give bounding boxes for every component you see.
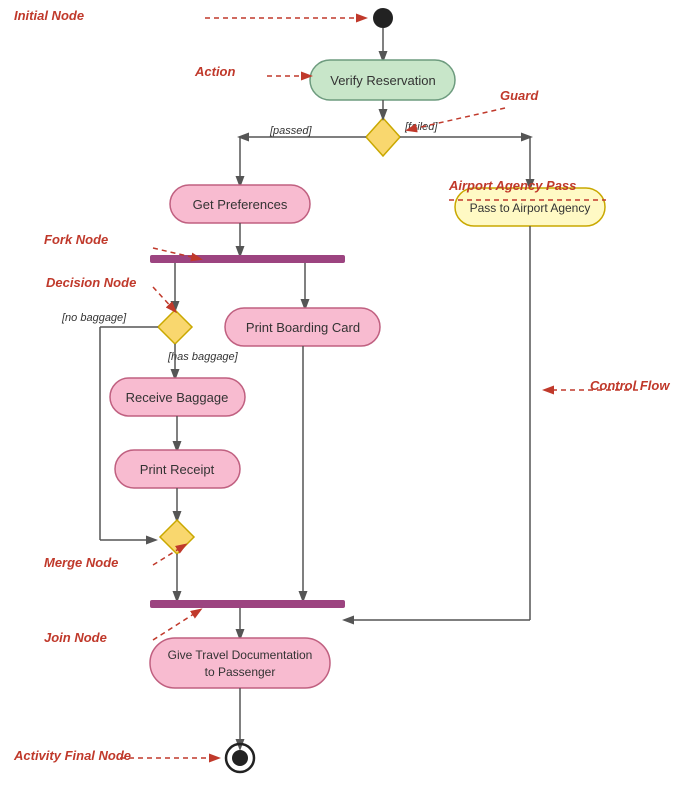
receive-baggage-label: Receive Baggage — [126, 390, 229, 405]
give-travel-label-2: to Passenger — [205, 665, 276, 679]
dash-decision — [153, 287, 175, 311]
control-flow-label: Control Flow — [590, 378, 669, 393]
get-preferences-label: Get Preferences — [193, 197, 288, 212]
join-node-label: Join Node — [44, 630, 107, 645]
final-node-inner — [232, 750, 248, 766]
initial-node-circle — [373, 8, 393, 28]
guard-no-baggage-label: [no baggage] — [61, 312, 127, 324]
dash-join — [153, 610, 200, 640]
fork-bar — [150, 255, 345, 263]
guard-has-baggage-label: [has baggage] — [167, 351, 239, 363]
give-travel-label-1: Give Travel Documentation — [168, 648, 313, 662]
guard-passed-label: [passed] — [269, 125, 313, 137]
action-label: Action — [195, 64, 235, 79]
dash-guard — [408, 108, 505, 130]
diagram-svg: Verify Reservation [passed] [failed] Get… — [0, 0, 681, 785]
decision-diamond-top — [366, 118, 400, 156]
merge-diamond — [160, 520, 194, 554]
decision-diamond-baggage — [158, 310, 192, 344]
airport-agency-label: Pass to Airport Agency — [470, 201, 591, 215]
diagram-container: Verify Reservation [passed] [failed] Get… — [0, 0, 681, 785]
print-boarding-label: Print Boarding Card — [246, 320, 360, 335]
join-bar — [150, 600, 345, 608]
activity-final-label: Activity Final Node — [14, 748, 131, 763]
initial-node-label: Initial Node — [14, 8, 84, 23]
verify-reservation-label: Verify Reservation — [330, 73, 436, 88]
airport-agency-pass-label: Airport Agency Pass — [449, 178, 576, 193]
guard-label: Guard — [500, 88, 538, 103]
print-receipt-label: Print Receipt — [140, 462, 215, 477]
merge-node-label: Merge Node — [44, 555, 118, 570]
decision-node-label: Decision Node — [46, 275, 136, 290]
fork-node-label: Fork Node — [44, 232, 108, 247]
give-travel-box — [150, 638, 330, 688]
